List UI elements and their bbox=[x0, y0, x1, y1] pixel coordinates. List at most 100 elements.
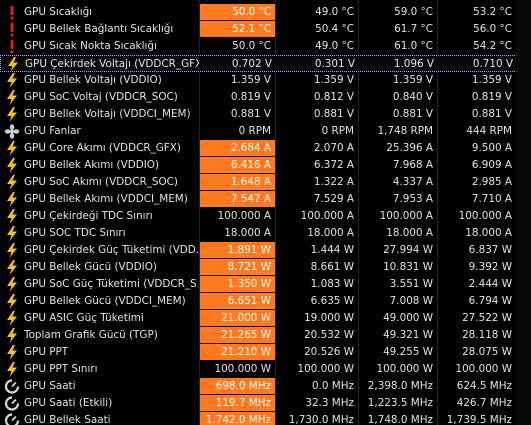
avg-value: 54.2 °C bbox=[473, 40, 512, 52]
sensor-label: GPU Sıcaklığı bbox=[24, 6, 93, 18]
min-value: 0.0 MHz bbox=[311, 380, 354, 392]
min-value: 20.526 W bbox=[304, 346, 354, 358]
current-value: 21.265 W bbox=[200, 327, 275, 343]
current-value: 52.1 °C bbox=[200, 21, 275, 37]
lightning-icon bbox=[4, 276, 20, 293]
avg-value: 1.359 V bbox=[471, 74, 512, 86]
sensor-table: GPU Sıcaklığı 50.0 °C 49.0 °C 59.0 °C 53.2 °… bbox=[0, 0, 531, 425]
max-value: 100.000 W bbox=[376, 363, 433, 375]
avg-value: 18.000 A bbox=[465, 227, 512, 239]
sensor-row[interactable]: GPU Bellek Akımı (VDDCI_MEM) 7.547 A 7.529… bbox=[0, 191, 531, 208]
lightning-icon bbox=[4, 361, 20, 378]
min-value: 49.0 °C bbox=[315, 6, 354, 18]
sensor-label: GPU Bellek Saati bbox=[24, 414, 111, 425]
sensor-row[interactable]: GPU SoC Akımı (VDDCR_SOC) 1.648 A 1.322 A 4… bbox=[0, 174, 531, 191]
sensor-row[interactable]: GPU Sıcak Nokta Sıcaklığı 50.0 °C 49.0 °C 6… bbox=[0, 38, 531, 55]
min-value: 0.812 V bbox=[313, 91, 354, 103]
sensor-row[interactable]: GPU Saati (Etkili) 119.7 MHz 32.3 MHz 1,223… bbox=[0, 395, 531, 412]
current-value: 0.881 V bbox=[230, 108, 271, 120]
sensor-row[interactable]: GPU Çekirdek Voltajı (VDDCR_GFX) 0.702 V 0… bbox=[0, 55, 531, 72]
avg-value: 100.000 W bbox=[455, 363, 512, 375]
max-value: 49.000 W bbox=[383, 312, 433, 324]
max-value: 25.396 A bbox=[386, 142, 433, 154]
sensor-row[interactable]: GPU SOC TDC Sınırı 18.000 A 18.000 A 18.000… bbox=[0, 225, 531, 242]
current-value: 18.000 A bbox=[224, 227, 271, 239]
lightning-icon bbox=[4, 89, 20, 106]
sensor-row[interactable]: GPU Fanlar 0 RPM 0 RPM 1,748 RPM 444 RPM bbox=[0, 123, 531, 140]
sensor-label: GPU SOC TDC Sınırı bbox=[24, 227, 126, 239]
current-value: 50.0 °C bbox=[200, 4, 275, 20]
sensor-row[interactable]: Toplam Grafik Gücü (TGP) 21.265 W 20.532 W… bbox=[0, 327, 531, 344]
clock-icon bbox=[4, 395, 20, 412]
sensor-row[interactable]: GPU Bellek Saati 1,742.0 MHz 1,730.0 MHz 1,… bbox=[0, 412, 531, 425]
sensor-row[interactable]: GPU PPT 21.210 W 20.526 W 49.255 W 28.075 W bbox=[0, 344, 531, 361]
current-value: 1.350 W bbox=[200, 276, 275, 292]
lightning-icon bbox=[4, 259, 20, 276]
current-value: 1,742.0 MHz bbox=[200, 412, 275, 425]
max-value: 1.359 V bbox=[392, 74, 433, 86]
min-value: 0.301 V bbox=[314, 58, 355, 70]
lightning-icon bbox=[4, 140, 20, 157]
sensor-row[interactable]: GPU Bellek Voltajı (VDDIO) 1.359 V 1.359 V… bbox=[0, 72, 531, 89]
max-value: 4.337 A bbox=[392, 176, 433, 188]
max-value: 1,748.0 MHz bbox=[367, 414, 433, 425]
sensor-row[interactable]: GPU Çekirdek Güç Tüketimi (VDD... 1.891 W… bbox=[0, 242, 531, 259]
max-value: 0.881 V bbox=[392, 108, 433, 120]
sensor-label: GPU Bellek Akımı (VDDCI_MEM) bbox=[24, 193, 188, 205]
sensor-label: GPU Saati bbox=[24, 380, 76, 392]
avg-value: 27.522 W bbox=[462, 312, 512, 324]
clock-icon bbox=[4, 412, 20, 425]
avg-value: 624.5 MHz bbox=[456, 380, 512, 392]
avg-value: 28.118 W bbox=[462, 329, 512, 341]
max-value: 27.994 W bbox=[383, 244, 433, 256]
exclamation-icon bbox=[4, 21, 20, 38]
sensor-row[interactable]: GPU Bellek Gücü (VDDCI_MEM) 6.651 W 6.635 … bbox=[0, 293, 531, 310]
lightning-icon bbox=[4, 174, 20, 191]
avg-value: 28.075 W bbox=[462, 346, 512, 358]
max-value: 1,223.5 MHz bbox=[367, 397, 433, 409]
sensor-row[interactable]: GPU SoC Güç Tüketimi (VDDCR_S... 1.350 W 1… bbox=[0, 276, 531, 293]
lightning-icon bbox=[4, 106, 20, 123]
current-value: 21.210 W bbox=[200, 344, 275, 360]
sensor-row[interactable]: GPU Saati 698.0 MHz 0.0 MHz 2,398.0 MHz 624.… bbox=[0, 378, 531, 395]
avg-value: 53.2 °C bbox=[473, 6, 512, 18]
sensor-row[interactable]: GPU Sıcaklığı 50.0 °C 49.0 °C 59.0 °C 53.2 °… bbox=[0, 4, 531, 21]
sensor-label: GPU Bellek Voltajı (VDDCI_MEM) bbox=[24, 108, 191, 120]
sensor-label: GPU SoC Akımı (VDDCR_SOC) bbox=[24, 176, 178, 188]
sensor-row[interactable]: GPU Bellek Akımı (VDDIO) 6.416 A 6.372 A 7.… bbox=[0, 157, 531, 174]
avg-value: 0.710 V bbox=[472, 58, 513, 70]
min-value: 1.083 W bbox=[310, 278, 354, 290]
sensor-label: GPU Çekirdek Voltajı (VDDCR_GFX) bbox=[25, 58, 199, 70]
sensor-row[interactable]: GPU Core Akımı (VDDCR_GFX) 2.684 A 2.070 A… bbox=[0, 140, 531, 157]
current-value: 698.0 MHz bbox=[200, 378, 275, 394]
sensor-row[interactable]: GPU Bellek Bağlantı Sıcaklığı 52.1 °C 50.4… bbox=[0, 21, 531, 38]
lightning-icon bbox=[4, 191, 20, 208]
sensor-label: GPU Bellek Voltajı (VDDIO) bbox=[24, 74, 162, 86]
sensor-label: GPU PPT bbox=[24, 346, 69, 358]
sensor-row[interactable]: GPU Çekirdeği TDC Sınırı 100.000 A 100.000… bbox=[0, 208, 531, 225]
max-value: 2,398.0 MHz bbox=[367, 380, 433, 392]
current-value: 0.819 V bbox=[230, 91, 271, 103]
current-value: 6.416 A bbox=[200, 157, 275, 173]
max-value: 10.831 W bbox=[383, 261, 433, 273]
sensor-row[interactable]: GPU SoC Voltaj (VDDCR_SOC) 0.819 V 0.812 V… bbox=[0, 89, 531, 106]
sensor-label: GPU SoC Voltaj (VDDCR_SOC) bbox=[24, 91, 178, 103]
min-value: 2.070 A bbox=[313, 142, 354, 154]
sensor-label: GPU Bellek Gücü (VDDCI_MEM) bbox=[24, 295, 186, 307]
lightning-icon bbox=[4, 344, 20, 361]
min-value: 0 RPM bbox=[321, 125, 354, 137]
sensor-label: GPU Çekirdek Güç Tüketimi (VDD... bbox=[24, 244, 198, 256]
max-value: 100.000 A bbox=[379, 210, 433, 222]
sensor-row[interactable]: GPU PPT Sınırı 100.000 W 100.000 W 100.000 … bbox=[0, 361, 531, 378]
vertical-scrollbar[interactable] bbox=[516, 0, 531, 425]
max-value: 61.7 °C bbox=[394, 23, 433, 35]
sensor-label: GPU Bellek Gücü (VDDIO) bbox=[24, 261, 157, 273]
min-value: 100.000 A bbox=[300, 210, 354, 222]
min-value: 1.444 W bbox=[310, 244, 354, 256]
sensor-row[interactable]: GPU ASIC Güç Tüketimi 21.000 W 19.000 W 49.… bbox=[0, 310, 531, 327]
min-value: 20.532 W bbox=[304, 329, 354, 341]
min-value: 1.322 A bbox=[313, 176, 354, 188]
sensor-label: GPU SoC Güç Tüketimi (VDDCR_S... bbox=[24, 278, 198, 290]
sensor-row[interactable]: GPU Bellek Gücü (VDDIO) 8.721 W 8.661 W 10.… bbox=[0, 259, 531, 276]
sensor-row[interactable]: GPU Bellek Voltajı (VDDCI_MEM) 0.881 V 0.8… bbox=[0, 106, 531, 123]
